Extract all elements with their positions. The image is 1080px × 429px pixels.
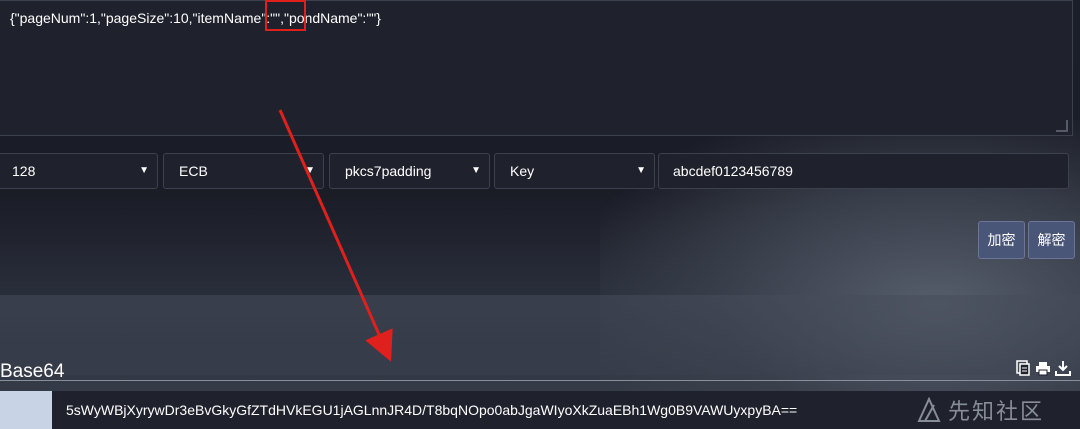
output-toolbar (1015, 360, 1071, 378)
padding-value: pkcs7padding (345, 163, 432, 179)
key-size-select[interactable]: 128 ▼ (0, 153, 158, 189)
key-type-value: Key (510, 163, 535, 179)
output-side-panel (0, 391, 52, 429)
watermark: 先知社区 (916, 391, 1044, 429)
decrypt-button[interactable]: 解密 (1028, 221, 1075, 259)
caret-down-icon: ▼ (636, 165, 646, 176)
watermark-text: 先知社区 (948, 399, 1045, 424)
download-icon[interactable] (1055, 360, 1071, 376)
caret-down-icon: ▼ (139, 165, 149, 176)
key-size-value: 128 (12, 163, 36, 179)
encrypt-button[interactable]: 加密 (978, 221, 1025, 259)
key-input[interactable]: abcdef0123456789 (658, 153, 1069, 189)
annotation-highlight-box (265, 0, 306, 31)
plaintext-input[interactable]: {"pageNum":1,"pageSize":10,"itemName":""… (0, 0, 1073, 136)
key-type-select[interactable]: Key ▼ (494, 153, 655, 189)
watermark-logo-icon (917, 397, 941, 422)
caret-down-icon: ▼ (471, 165, 481, 176)
key-input-value: abcdef0123456789 (673, 163, 793, 179)
mode-select[interactable]: ECB ▼ (163, 153, 324, 189)
output-divider (0, 380, 1080, 381)
copy-icon[interactable] (1015, 360, 1031, 376)
padding-select[interactable]: pkcs7padding ▼ (329, 153, 490, 189)
print-icon[interactable] (1035, 360, 1051, 376)
caret-down-icon: ▼ (305, 165, 315, 176)
resize-handle[interactable] (1056, 120, 1068, 132)
mode-value: ECB (179, 163, 208, 179)
plaintext-value: {"pageNum":1,"pageSize":10,"itemName":""… (10, 10, 381, 26)
background-band (0, 295, 1080, 375)
ciphertext-value: 5sWyWBjXyrywDr3eBvGkyGfZTdHVkEGU1jAGLnnJ… (66, 402, 798, 418)
